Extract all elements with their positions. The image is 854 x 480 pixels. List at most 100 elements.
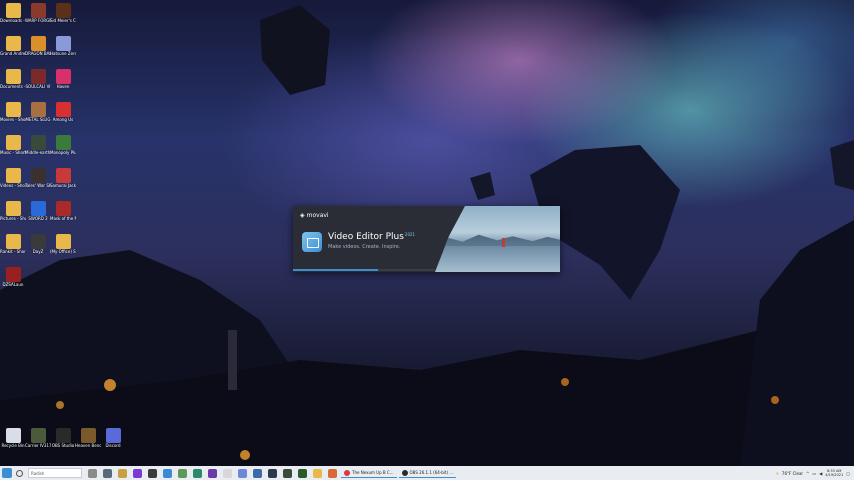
desktop-icon-image [55, 201, 71, 216]
start-button[interactable] [2, 468, 12, 478]
desktop-icon-image [5, 69, 21, 84]
desktop-icon-label: Downloads - Shortcut [0, 18, 26, 23]
desktop-icon-image [30, 428, 46, 443]
desktop-icon-label: DZSALaun [2, 282, 24, 287]
desktop-icon[interactable]: Monopoly Plus [50, 135, 76, 169]
desktop-icon[interactable]: Music - Shortcut [0, 135, 26, 169]
taskbar-task-button[interactable]: OBS 26.1.1 (64-bit) ... [398, 468, 457, 478]
video-editor-app-icon [302, 232, 322, 252]
taskbar-pinned-app-icon[interactable] [298, 468, 307, 478]
desktop-icon-label: Discord [105, 443, 121, 448]
desktop-icon-image [55, 234, 71, 249]
taskbar: Radish The Nexum Up B C... OBS 26.1.1 (64… [0, 466, 854, 480]
desktop-icon[interactable]: METAL SLUG [25, 102, 51, 136]
taskbar-pinned-app-icon[interactable] [328, 468, 337, 478]
task-label: The Nexum Up B C... [352, 470, 394, 475]
desktop-icon-label: Tales' War SHOGUN 2 [25, 183, 51, 188]
weather-icon[interactable]: ☀ [775, 471, 779, 476]
desktop-icon-label: DayZ [32, 249, 44, 254]
desktop-icon[interactable]: Movies - Shortcut [0, 102, 26, 136]
taskbar-clock[interactable]: 8:53 AM 4/19/2021 [825, 469, 843, 478]
desktop-icon[interactable]: Downloads - Shortcut [0, 3, 26, 37]
desktop-icon[interactable]: Rankit - Shortcut [0, 234, 26, 268]
taskbar-task-button[interactable]: The Nexum Up B C... [341, 468, 397, 478]
desktop-icon-image [5, 201, 21, 216]
desktop-icon[interactable]: Middle-earth Shadow o [25, 135, 51, 169]
desktop-icon[interactable]: Grand Andreas I [0, 36, 26, 70]
taskbar-pinned-app-icon[interactable] [148, 468, 157, 478]
network-icon[interactable]: ▭ [812, 471, 816, 476]
taskbar-pinned-app-icon[interactable] [133, 468, 142, 478]
lava-glow-2 [240, 450, 250, 460]
desktop-icon-image [30, 234, 46, 249]
notification-icon[interactable]: ▢ [846, 471, 850, 476]
desktop-icon[interactable]: Samurai Jack Battle Thr [50, 168, 76, 202]
search-icon[interactable] [16, 469, 23, 477]
desktop-icon-image [5, 36, 21, 51]
desktop-icon[interactable]: DayZ [25, 234, 51, 268]
desktop-icon[interactable]: DRAGON BALL FI [25, 36, 51, 70]
taskbar-pinned-app-icon[interactable] [313, 468, 322, 478]
taskbar-search-field[interactable]: Radish [28, 468, 82, 478]
taskbar-pinned-app-icon[interactable] [238, 468, 247, 478]
desktop-icon-label: SWORD 2 [28, 216, 48, 221]
lava-glow-3 [561, 378, 569, 386]
splash-mountains [435, 234, 560, 246]
desktop-icon[interactable]: Discord [100, 428, 126, 462]
desktop-icon[interactable]: Heaven Benchma [75, 428, 101, 462]
desktop-icon[interactable]: Hatsune Zero Do [50, 36, 76, 70]
chevron-up-icon[interactable]: ^ [806, 471, 809, 476]
desktop-icon-image [55, 102, 71, 117]
desktop-icon-image [5, 135, 21, 150]
desktop-icon[interactable]: WARP FORGE [25, 3, 51, 37]
desktop-icon[interactable]: Among Us [50, 102, 76, 136]
taskbar-pinned-app-icon[interactable] [208, 468, 217, 478]
desktop-icon[interactable]: Videos - Shortcut [0, 168, 26, 202]
splash-tagline: Make videos. Create. Inspire. [328, 244, 401, 250]
desktop-icon[interactable]: Recycle Bin [0, 428, 26, 462]
taskbar-pinned-app-icon[interactable] [88, 468, 97, 478]
weather-text[interactable]: 76°F Clear [782, 471, 803, 476]
desktop-icon[interactable]: Pictures - Shortcut [0, 201, 26, 235]
taskbar-open-tasks: The Nexum Up B C... OBS 26.1.1 (64-bit) .… [340, 468, 457, 478]
taskbar-pinned-app-icon[interactable] [178, 468, 187, 478]
desktop-icon-image [80, 428, 96, 443]
desktop-icon-image [30, 36, 46, 51]
movavi-splash-window: ◈ movavi Video Editor Plus2021 Make vide… [293, 206, 560, 272]
desktop-icon[interactable]: (My Office) Shortcut [50, 234, 76, 268]
lava-glow-4 [771, 396, 779, 404]
taskbar-pinned-app-icon[interactable] [223, 468, 232, 478]
taskbar-pinned-app-icon[interactable] [283, 468, 292, 478]
desktop-icon-image [55, 135, 71, 150]
movavi-logo: ◈ movavi [300, 212, 329, 219]
desktop-icon[interactable]: SWORD 2 [25, 201, 51, 235]
taskbar-pinned-app-icon[interactable] [193, 468, 202, 478]
desktop-icon[interactable]: Tales' War SHOGUN 2 [25, 168, 51, 202]
taskbar-pinned-app-icon[interactable] [253, 468, 262, 478]
desktop-icon-label: Recycle Bin [1, 443, 25, 448]
desktop-icon[interactable]: OBS Studio [50, 428, 76, 462]
desktop-icon-label: WARP FORGE [25, 18, 51, 23]
desktop-icon[interactable]: Haven [50, 69, 76, 103]
desktop-icon[interactable]: SOULCALI VI [25, 69, 51, 103]
desktop-icon-label: Music - Shortcut [0, 150, 26, 155]
movavi-brand-text: movavi [306, 212, 329, 219]
desktop-icon[interactable]: Documents - Shortcut [0, 69, 26, 103]
floating-rock-4 [830, 140, 854, 190]
desktop-icon[interactable]: Carrier IV317 Ite [25, 428, 51, 462]
desktop-icon-label: Carrier IV317 Ite [25, 443, 51, 448]
desktop-icon[interactable]: DZSALaun [0, 267, 26, 301]
desktop-icon[interactable]: Mask of the Ninja - Re [50, 201, 76, 235]
taskbar-pinned-app-icon[interactable] [118, 468, 127, 478]
standing-figure [228, 330, 237, 390]
task-app-icon [401, 469, 408, 476]
taskbar-pinned-app-icon[interactable] [103, 468, 112, 478]
desktop-icon[interactable]: Sid Meier's Civilization VI [50, 3, 76, 37]
splash-person [502, 238, 505, 247]
desktop-icon-image [5, 3, 21, 18]
desktop-icon-image [30, 168, 46, 183]
taskbar-search-text: Radish [31, 470, 45, 476]
volume-icon[interactable]: ◀ [819, 471, 822, 476]
taskbar-pinned-app-icon[interactable] [268, 468, 277, 478]
taskbar-pinned-app-icon[interactable] [163, 468, 172, 478]
